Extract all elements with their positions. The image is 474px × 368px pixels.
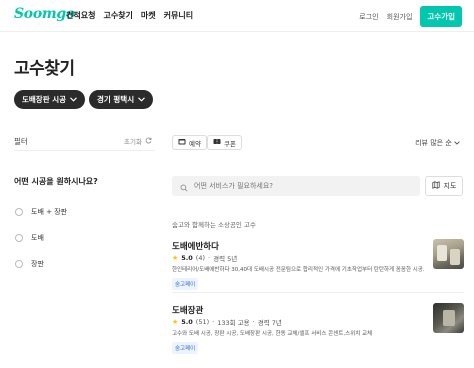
- career: 경력 5년: [213, 255, 238, 263]
- login-link[interactable]: 로그인: [359, 12, 378, 22]
- service-question: 어떤 시공을 원하시나요?: [14, 177, 98, 186]
- pro-description: 한인테리어/도배에반하다 30,40대 도배시공 전문팀으로 합리적인 가격에 …: [172, 267, 424, 273]
- option-wallpaper-floor[interactable]: 도배 + 장판: [15, 207, 67, 217]
- pro-thumbnail[interactable]: [433, 303, 464, 333]
- thumbnail-photo-detail: [450, 249, 460, 265]
- pro-thumbnail[interactable]: [433, 239, 464, 269]
- option-label: 도배 + 장판: [31, 208, 68, 216]
- nav-community[interactable]: 커뮤니티: [164, 10, 193, 21]
- coupon-icon: [213, 138, 221, 147]
- chevron-down-icon: [138, 96, 146, 104]
- option-label: 도배: [31, 234, 44, 242]
- chevron-down-icon: [70, 96, 77, 104]
- star-icon: ★: [172, 318, 179, 326]
- pro-name[interactable]: 도배에반하다: [172, 240, 219, 252]
- reset-filter-button[interactable]: 초기화: [124, 136, 152, 146]
- option-wallpaper[interactable]: 도배: [15, 233, 44, 243]
- rating-value: 5.0: [181, 254, 193, 262]
- pro-rating: ★ 5.0 (4) · 경력 5년: [172, 253, 237, 263]
- reservation-label: 예약: [189, 139, 201, 148]
- nav-quote-request[interactable]: 견적요청: [66, 10, 95, 21]
- map-label: 지도: [443, 182, 457, 190]
- thumbnail-photo-detail: [437, 245, 447, 261]
- coupon-label: 쿠폰: [224, 139, 236, 148]
- review-count: (4): [195, 254, 206, 262]
- separator: ·: [252, 318, 255, 326]
- nav-market[interactable]: 마켓: [141, 10, 156, 21]
- chevron-down-icon: [454, 139, 460, 147]
- top-header: Soomgo 견적요청 고수찾기 마켓 커뮤니티 로그인 회원가입 고수가입: [0, 0, 474, 32]
- option-floor[interactable]: 장판: [15, 259, 44, 269]
- pro-card[interactable]: 도배장관 ★ 5.0 (51) · 133회 고용 · 경력 7년 고수와 도배…: [172, 302, 464, 357]
- sort-label: 리뷰 많은 순: [415, 139, 452, 147]
- map-icon: [431, 181, 440, 191]
- career: 경력 7년: [257, 319, 282, 327]
- sort-dropdown[interactable]: 리뷰 많은 순: [415, 138, 460, 148]
- reservation-filter-tag[interactable]: 예약: [172, 135, 207, 150]
- hire-count: 133회 고용: [217, 319, 250, 327]
- rating-value: 5.0: [181, 318, 193, 326]
- pay-badge: 숨고페이: [172, 342, 199, 354]
- star-icon: ★: [172, 254, 179, 262]
- nav-find-pro[interactable]: 고수찾기: [103, 10, 132, 21]
- coupon-filter-tag[interactable]: 쿠폰: [207, 135, 242, 150]
- search-icon: [180, 177, 188, 196]
- refresh-icon: [145, 137, 152, 146]
- search-input[interactable]: [194, 182, 404, 190]
- radio-circle[interactable]: [15, 234, 23, 242]
- separator: ·: [208, 254, 211, 262]
- signup-link[interactable]: 회원가입: [387, 12, 413, 22]
- option-label: 장판: [31, 260, 44, 268]
- main-nav: 견적요청 고수찾기 마켓 커뮤니티: [66, 10, 193, 21]
- pro-name[interactable]: 도배장관: [172, 304, 203, 316]
- header-actions: 로그인 회원가입 고수가입: [359, 6, 462, 27]
- pay-badge: 숨고페이: [172, 278, 199, 290]
- region-chip-label: 경기 평택시: [97, 95, 135, 104]
- page-title: 고수찾기: [14, 59, 75, 79]
- filter-heading: 필터: [14, 137, 28, 146]
- radio-circle[interactable]: [15, 260, 23, 268]
- pro-signup-button[interactable]: 고수가입: [420, 6, 462, 27]
- section-subtitle: 숨고와 함께하는 소상공인 고수: [172, 221, 256, 229]
- calendar-icon: [178, 138, 186, 147]
- pro-description: 고수와 도배 시공, 장판 시공, 도배장판 시공, 한동 교체/셀프 서비스 …: [172, 331, 373, 337]
- service-chip-label: 도배장판 시공: [22, 95, 67, 104]
- thumbnail-photo-detail: [443, 310, 455, 326]
- region-filter-chip[interactable]: 경기 평택시: [89, 90, 154, 109]
- map-button[interactable]: 지도: [425, 176, 463, 196]
- reset-label: 초기화: [124, 138, 142, 146]
- separator: ·: [212, 318, 215, 326]
- pro-card[interactable]: 도배에반하다 ★ 5.0 (4) · 경력 5년 한인테리어/도배에반하다 30…: [172, 238, 464, 293]
- pro-rating: ★ 5.0 (51) · 133회 고용 · 경력 7년: [172, 317, 282, 327]
- filter-divider: [14, 150, 154, 151]
- review-count: (51): [195, 318, 210, 326]
- search-bar: [172, 176, 420, 196]
- service-filter-chip[interactable]: 도배장판 시공: [14, 90, 86, 109]
- radio-circle[interactable]: [15, 208, 23, 216]
